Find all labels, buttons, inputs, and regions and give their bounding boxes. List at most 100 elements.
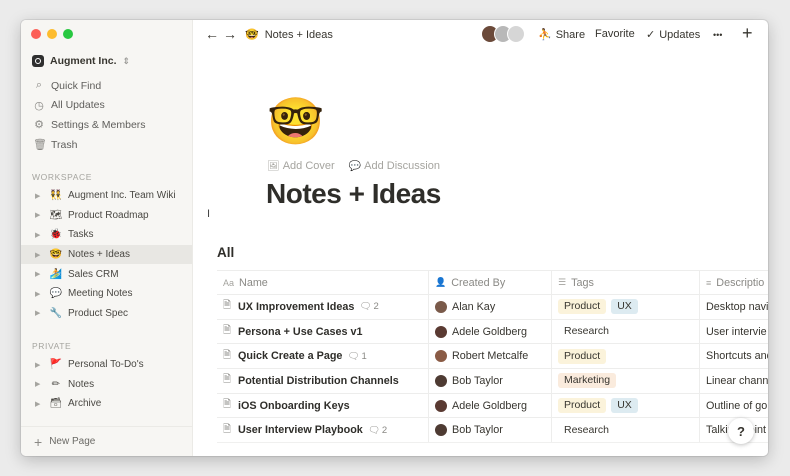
description-cell[interactable]: Outline of go <box>700 394 768 418</box>
description-cell[interactable]: Desktop navi <box>700 295 768 319</box>
created-by-cell[interactable]: Adele Goldberg <box>429 319 552 344</box>
description-cell[interactable]: Linear channe <box>700 369 768 393</box>
name-cell[interactable]: 🗎 User Interview Playbook 🗨 2 <box>217 418 429 443</box>
database-view-title[interactable]: All <box>217 245 234 260</box>
comment-count: 🗨 2 <box>368 425 387 436</box>
sidebar-page-item[interactable]: ▶ 🐞 Tasks <box>21 225 192 245</box>
sidebar-item-label: Settings & Members <box>51 118 146 131</box>
comment-icon: 🗨 <box>367 424 380 436</box>
person-name: Bob Taylor <box>452 424 503 437</box>
row-title: Quick Create a Page <box>238 350 343 363</box>
more-options-icon[interactable]: ••• <box>713 30 722 40</box>
created-by-cell[interactable]: Robert Metcalfe <box>429 344 552 369</box>
sidebar-item-trash[interactable]: 🗑 Trash <box>21 135 192 155</box>
table-row[interactable]: 🗎 Persona + Use Cases v1 Adele Goldberg Res… <box>217 319 768 345</box>
share-button[interactable]: ⛹ Share <box>538 28 585 42</box>
name-cell[interactable]: 🗎 UX Improvement Ideas 🗨 2 <box>217 295 429 319</box>
text-type-icon: Aa <box>223 277 235 288</box>
close-window-button[interactable] <box>31 29 41 39</box>
expand-triangle-icon[interactable]: ▶ <box>35 400 44 408</box>
created-by-cell[interactable]: Bob Taylor <box>429 369 552 393</box>
collaborator-avatars[interactable] <box>481 25 525 43</box>
created-by-cell[interactable]: Alan Kay <box>429 295 552 319</box>
gear-icon: ⚙ <box>34 119 44 132</box>
expand-triangle-icon[interactable]: ▶ <box>35 361 44 369</box>
sidebar-page-item[interactable]: ▶ 🔧 Product Spec <box>21 304 192 324</box>
sidebar-page-item[interactable]: ▶ ✏ Notes <box>21 375 192 395</box>
zoom-window-button[interactable] <box>63 29 73 39</box>
comment-count: 🗨 1 <box>347 351 366 362</box>
add-icon[interactable]: + <box>742 23 753 44</box>
expand-triangle-icon[interactable]: ▶ <box>35 231 44 239</box>
expand-triangle-icon[interactable]: ▶ <box>35 290 44 298</box>
text-lines-icon: ≡ <box>706 277 712 288</box>
workspace-logo-icon <box>32 55 44 67</box>
created-by-cell[interactable]: Adele Goldberg <box>429 393 552 418</box>
expand-triangle-icon[interactable]: ▶ <box>35 251 44 259</box>
add-cover-button[interactable]: 🖼 Add Cover <box>267 160 335 172</box>
tags-cell[interactable]: Product UX <box>552 393 700 418</box>
column-header-description[interactable]: ≡ Descriptio <box>700 271 768 294</box>
expand-triangle-icon[interactable]: ▶ <box>35 270 44 278</box>
sidebar-item-all-updates[interactable]: ◷ All Updates <box>21 96 192 116</box>
column-header-name[interactable]: Aa Name <box>217 271 429 294</box>
new-page-button[interactable]: + New Page <box>21 426 192 456</box>
add-discussion-button[interactable]: 💬 Add Discussion <box>349 160 440 172</box>
breadcrumb[interactable]: 🤓 Notes + Ideas <box>245 28 333 42</box>
table-row[interactable]: 🗎 iOS Onboarding Keys Adele Goldberg Produc… <box>217 393 768 419</box>
checkmark-icon: ✓ <box>646 29 656 41</box>
table-row[interactable]: 🗎 UX Improvement Ideas 🗨 2 Alan Kay Product UX… <box>217 295 768 320</box>
description-cell[interactable]: Shortcuts and <box>700 344 768 368</box>
column-header-created-by[interactable]: 👤 Created By <box>429 271 552 294</box>
tags-cell[interactable]: Marketing <box>552 369 700 393</box>
sidebar-item-quick-find[interactable]: ⌕ Quick Find <box>21 76 192 96</box>
avatar <box>435 300 447 313</box>
tags-cell[interactable]: Product <box>552 344 700 369</box>
text-cursor-icon: I <box>207 208 211 220</box>
sidebar-page-item[interactable]: ▶ 🗺 Product Roadmap <box>21 206 192 226</box>
forward-arrow-icon[interactable]: → <box>223 26 237 42</box>
workspace-switcher[interactable]: Augment Inc. ⇕ <box>32 55 130 67</box>
expand-triangle-icon[interactable]: ▶ <box>35 211 44 219</box>
tags-cell[interactable]: Research <box>552 418 700 443</box>
sidebar-page-item[interactable]: ▶ 🤓 Notes + Ideas <box>21 244 192 265</box>
table-header: Aa Name 👤 Created By ☰ Tags ≡ Descriptio <box>217 270 768 295</box>
sidebar-page-item[interactable]: ▶ 🏄 Sales CRM <box>21 264 192 284</box>
page-emoji-icon: 🚩 <box>49 359 63 371</box>
sidebar-page-label: Meeting Notes <box>68 288 133 300</box>
sidebar-page-item[interactable]: ▶ 👯 Augment Inc. Team Wiki <box>21 186 192 206</box>
created-by-cell[interactable]: Bob Taylor <box>429 418 552 443</box>
page-icon-emoji[interactable]: 🤓 <box>267 98 324 144</box>
minimize-window-button[interactable] <box>47 29 57 39</box>
sidebar-page-item[interactable]: ▶ 🚩 Personal To-Do's <box>21 355 192 375</box>
tags-cell[interactable]: Research <box>552 319 700 344</box>
back-arrow-icon[interactable]: ← <box>205 26 219 42</box>
expand-triangle-icon[interactable]: ▶ <box>35 309 44 317</box>
workspace-section-label: WORKSPACE <box>32 172 93 182</box>
expand-triangle-icon[interactable]: ▶ <box>35 380 44 388</box>
workspace-page-list: ▶ 👯 Augment Inc. Team Wiki ▶ 🗺 Product Roadma… <box>21 186 192 323</box>
updates-button[interactable]: ✓ Updates <box>646 28 700 42</box>
table-row[interactable]: 🗎 Quick Create a Page 🗨 1 Robert Metcalfe Pro… <box>217 344 768 370</box>
comment-icon: 🗨 <box>347 350 360 362</box>
page-emoji-icon: 🔧 <box>49 307 63 319</box>
favorite-button[interactable]: Favorite <box>595 28 635 40</box>
person-name: Adele Goldberg <box>452 399 528 412</box>
tag-badge: Product <box>558 299 607 315</box>
name-cell[interactable]: 🗎 Potential Distribution Channels <box>217 369 429 393</box>
sidebar-page-item[interactable]: ▶ 💬 Meeting Notes <box>21 284 192 304</box>
name-cell[interactable]: 🗎 Persona + Use Cases v1 <box>217 319 429 344</box>
expand-triangle-icon[interactable]: ▶ <box>35 192 44 200</box>
description-cell[interactable]: User intervie <box>700 320 768 344</box>
row-title: Potential Distribution Channels <box>238 374 399 387</box>
name-cell[interactable]: 🗎 Quick Create a Page 🗨 1 <box>217 344 429 369</box>
sidebar-page-item[interactable]: ▶ 🗃 Archive <box>21 394 192 414</box>
tags-cell[interactable]: Product UX <box>552 295 700 319</box>
app-window: Augment Inc. ⇕ ⌕ Quick Find ◷ All Updates ⚙ S… <box>21 20 768 456</box>
page-title[interactable]: Notes + Ideas <box>266 178 441 210</box>
sidebar-item-settings-members[interactable]: ⚙ Settings & Members <box>21 115 192 135</box>
name-cell[interactable]: 🗎 iOS Onboarding Keys <box>217 393 429 418</box>
column-header-tags[interactable]: ☰ Tags <box>552 271 700 294</box>
table-row[interactable]: 🗎 Potential Distribution Channels Bob Tayl… <box>217 369 768 394</box>
help-button[interactable]: ? <box>728 418 754 444</box>
